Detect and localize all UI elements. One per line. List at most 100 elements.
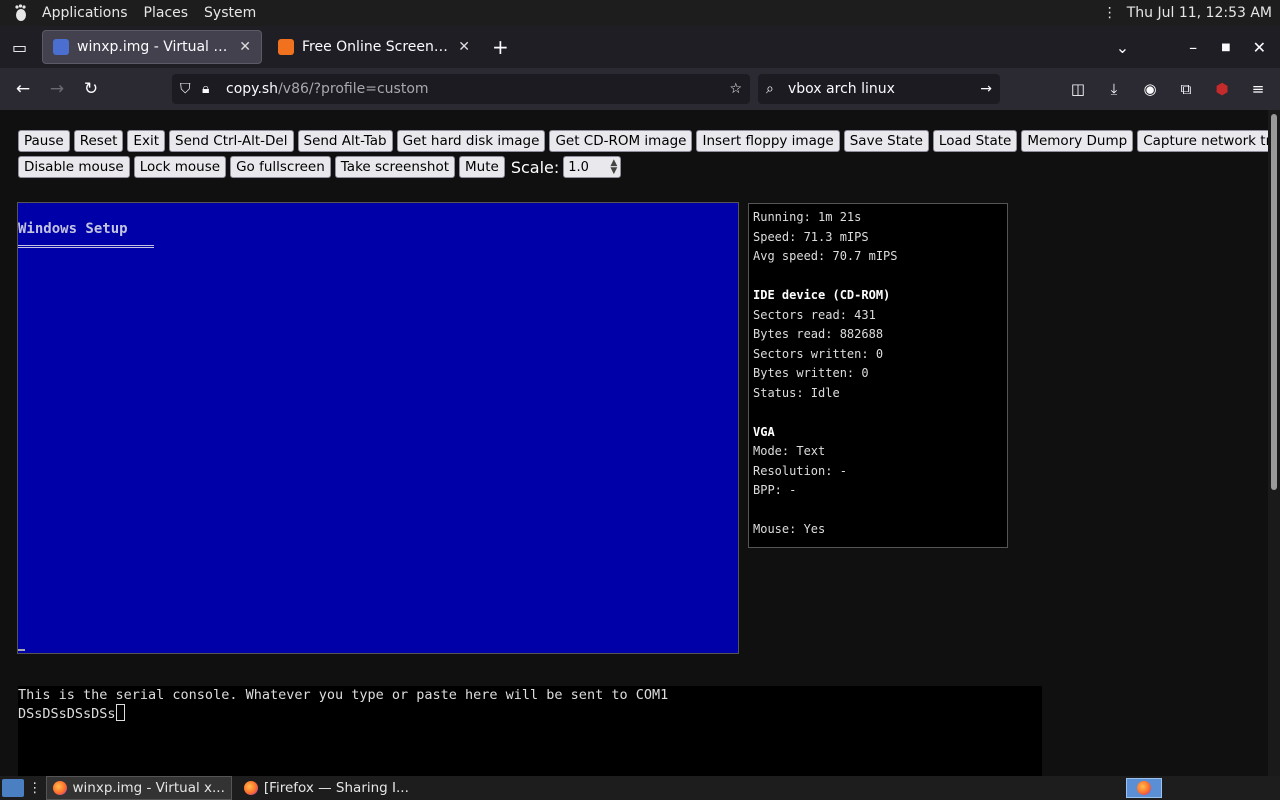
- stat-mode: Mode: Text: [753, 444, 826, 458]
- get-hard-disk-image-button[interactable]: Get hard disk image: [396, 130, 546, 152]
- serial-line-1: This is the serial console. Whatever you…: [18, 687, 669, 703]
- get-cd-rom-image-button[interactable]: Get CD-ROM image: [549, 130, 693, 152]
- taskbar-item-firefox-sharing[interactable]: [Firefox — Sharing I...: [238, 776, 415, 800]
- close-tab-icon[interactable]: ✕: [239, 39, 251, 55]
- recorder-favicon-icon: [278, 39, 294, 55]
- mute-button[interactable]: Mute: [459, 156, 505, 178]
- stat-avg-speed: Avg speed: 70.7 mIPS: [753, 249, 898, 263]
- vga-screen[interactable]: Windows Setup: [17, 202, 739, 654]
- emulator-controls: Pause Reset Exit Send Ctrl-Alt-Del Send Alt-…: [18, 130, 1280, 182]
- taskbar-item-winxp[interactable]: winxp.img - Virtual x...: [45, 776, 232, 800]
- page-content: Pause Reset Exit Send Ctrl-Alt-Del Send Alt-…: [0, 110, 1280, 776]
- stat-mouse: Mouse: Yes: [753, 522, 826, 536]
- stats-panel: Running: 1m 21s Speed: 71.3 mIPS Avg spe…: [748, 203, 1008, 548]
- send-ctrl-alt-del-button[interactable]: Send Ctrl-Alt-Del: [169, 130, 294, 152]
- gnome-foot-icon[interactable]: [12, 4, 30, 22]
- stat-bpp: BPP: -: [753, 483, 797, 497]
- tab-winxp[interactable]: winxp.img - Virtual x86 ✕: [42, 30, 262, 64]
- stat-resolution: Resolution: -: [753, 463, 847, 478]
- controls-row-2: Disable mouse Lock mouse Go fullscreen Take…: [18, 156, 1218, 178]
- tab-bar: ▭ winxp.img - Virtual x86 ✕ Free Online …: [0, 26, 1280, 68]
- memory-dump-button[interactable]: Memory Dump: [1021, 130, 1134, 152]
- serial-console[interactable]: This is the serial console. Whatever you…: [18, 686, 1042, 776]
- window-close-icon[interactable]: ✕: [1253, 38, 1266, 57]
- reset-button[interactable]: Reset: [73, 130, 124, 152]
- stat-bytes-read: Bytes read: 882688: [753, 327, 884, 341]
- clock[interactable]: Thu Jul 11, 12:53 AM: [1127, 5, 1272, 21]
- stat-bytes-written: Bytes written: 0: [753, 366, 869, 380]
- insert-floppy-image-button[interactable]: Insert floppy image: [696, 130, 840, 152]
- load-state-button[interactable]: Load State: [932, 130, 1018, 152]
- pause-button[interactable]: Pause: [18, 130, 70, 152]
- lock-mouse-button[interactable]: Lock mouse: [133, 156, 227, 178]
- menu-places[interactable]: Places: [140, 5, 193, 21]
- taskbar-item-label: winxp.img - Virtual x...: [72, 780, 225, 796]
- ide-section-title: IDE device (CD-ROM): [753, 288, 891, 302]
- controls-row-1: Pause Reset Exit Send Ctrl-Alt-Del Send Alt-…: [18, 130, 1280, 152]
- send-alt-tab-button[interactable]: Send Alt-Tab: [297, 130, 393, 152]
- scale-input[interactable]: 1.0 ▲ ▼: [563, 156, 622, 178]
- new-tab-icon[interactable]: +: [492, 35, 509, 59]
- nav-bar: ← → ↻ ⛉ 🔒︎ copy.sh/v86/?profile=custom ☆…: [0, 68, 1280, 110]
- menu-system[interactable]: System: [200, 5, 260, 21]
- scale-value: 1.0: [568, 159, 589, 175]
- account-icon[interactable]: ◉: [1132, 80, 1168, 98]
- tab-screen-recorder[interactable]: Free Online Screen Recorder ✕: [268, 30, 480, 64]
- menu-applications[interactable]: Applications: [38, 5, 132, 21]
- url-bar[interactable]: ⛉ 🔒︎ copy.sh/v86/?profile=custom ☆: [172, 74, 750, 104]
- minimize-icon[interactable]: –: [1189, 38, 1197, 57]
- downloads-icon[interactable]: ⤓: [1096, 80, 1132, 98]
- taskbar-item-label: [Firefox — Sharing I...: [263, 780, 409, 796]
- extensions-icon[interactable]: ⧉: [1168, 80, 1204, 98]
- list-tabs-chevron-icon[interactable]: ⌄: [1116, 38, 1129, 57]
- capture-network-traffic-button[interactable]: Capture network traffic: [1137, 130, 1280, 152]
- serial-line-2: DSsDSsDSsDSs: [18, 706, 116, 722]
- reload-icon[interactable]: ↻: [74, 79, 108, 99]
- tab-overview-icon[interactable]: ▭: [12, 38, 36, 57]
- forward-icon[interactable]: →: [40, 79, 74, 99]
- bookmark-star-icon[interactable]: ☆: [729, 81, 742, 97]
- url-path: /v86/?profile=custom: [278, 81, 429, 97]
- workspace-switcher[interactable]: [1126, 778, 1162, 798]
- scrollbar-thumb[interactable]: [1271, 114, 1277, 490]
- close-tab-icon[interactable]: ✕: [458, 39, 470, 55]
- search-input[interactable]: vbox arch linux: [788, 81, 895, 97]
- page-scrollbar[interactable]: [1268, 110, 1280, 776]
- v86-favicon-icon: [53, 39, 69, 55]
- pocket-icon[interactable]: ◫: [1060, 80, 1096, 98]
- show-desktop-icon[interactable]: [2, 779, 24, 797]
- stat-sectors-read: Sectors read: 431: [753, 307, 876, 322]
- save-state-button[interactable]: Save State: [843, 130, 929, 152]
- search-icon: ⌕: [766, 81, 774, 97]
- maximize-icon[interactable]: ■: [1221, 42, 1230, 53]
- disable-mouse-button[interactable]: Disable mouse: [18, 156, 130, 178]
- take-screenshot-button[interactable]: Take screenshot: [334, 156, 456, 178]
- shield-icon[interactable]: ⛉: [180, 81, 202, 97]
- tab-title: winxp.img - Virtual x86: [77, 39, 234, 55]
- firefox-icon: [1137, 781, 1151, 795]
- stat-status: Status: Idle: [753, 385, 840, 400]
- back-icon[interactable]: ←: [6, 79, 40, 99]
- taskbar-handle-icon[interactable]: ⋮: [28, 780, 42, 796]
- stat-sectors-written: Sectors written: 0: [753, 346, 884, 361]
- scale-spinner-icon[interactable]: ▲ ▼: [610, 159, 617, 176]
- stat-speed: Speed: 71.3 mIPS: [753, 229, 869, 244]
- serial-caret: [115, 704, 125, 721]
- search-bar[interactable]: ⌕ vbox arch linux →: [758, 74, 1000, 104]
- go-fullscreen-button[interactable]: Go fullscreen: [230, 156, 331, 178]
- top-panel: Applications Places System ⋮ Thu Jul 11,…: [0, 0, 1280, 26]
- url-host: copy.sh: [226, 81, 279, 97]
- hamburger-menu-icon[interactable]: ≡: [1240, 80, 1276, 98]
- firefox-icon: [52, 781, 67, 795]
- firefox-icon: [243, 781, 258, 795]
- vga-section-title: VGA: [753, 424, 775, 439]
- panel-handle-icon[interactable]: ⋮: [1103, 5, 1117, 21]
- search-go-arrow-icon[interactable]: →: [980, 81, 992, 97]
- exit-button[interactable]: Exit: [127, 130, 165, 152]
- bottom-taskbar: ⋮ winxp.img - Virtual x... [Firefox — Sh…: [0, 776, 1280, 800]
- scale-label: Scale:: [510, 157, 560, 177]
- vga-text-cursor: [18, 649, 25, 651]
- lock-icon[interactable]: 🔒︎: [202, 81, 226, 97]
- ublock-icon[interactable]: ⬢: [1204, 80, 1240, 98]
- vga-heading-underline: [18, 245, 154, 248]
